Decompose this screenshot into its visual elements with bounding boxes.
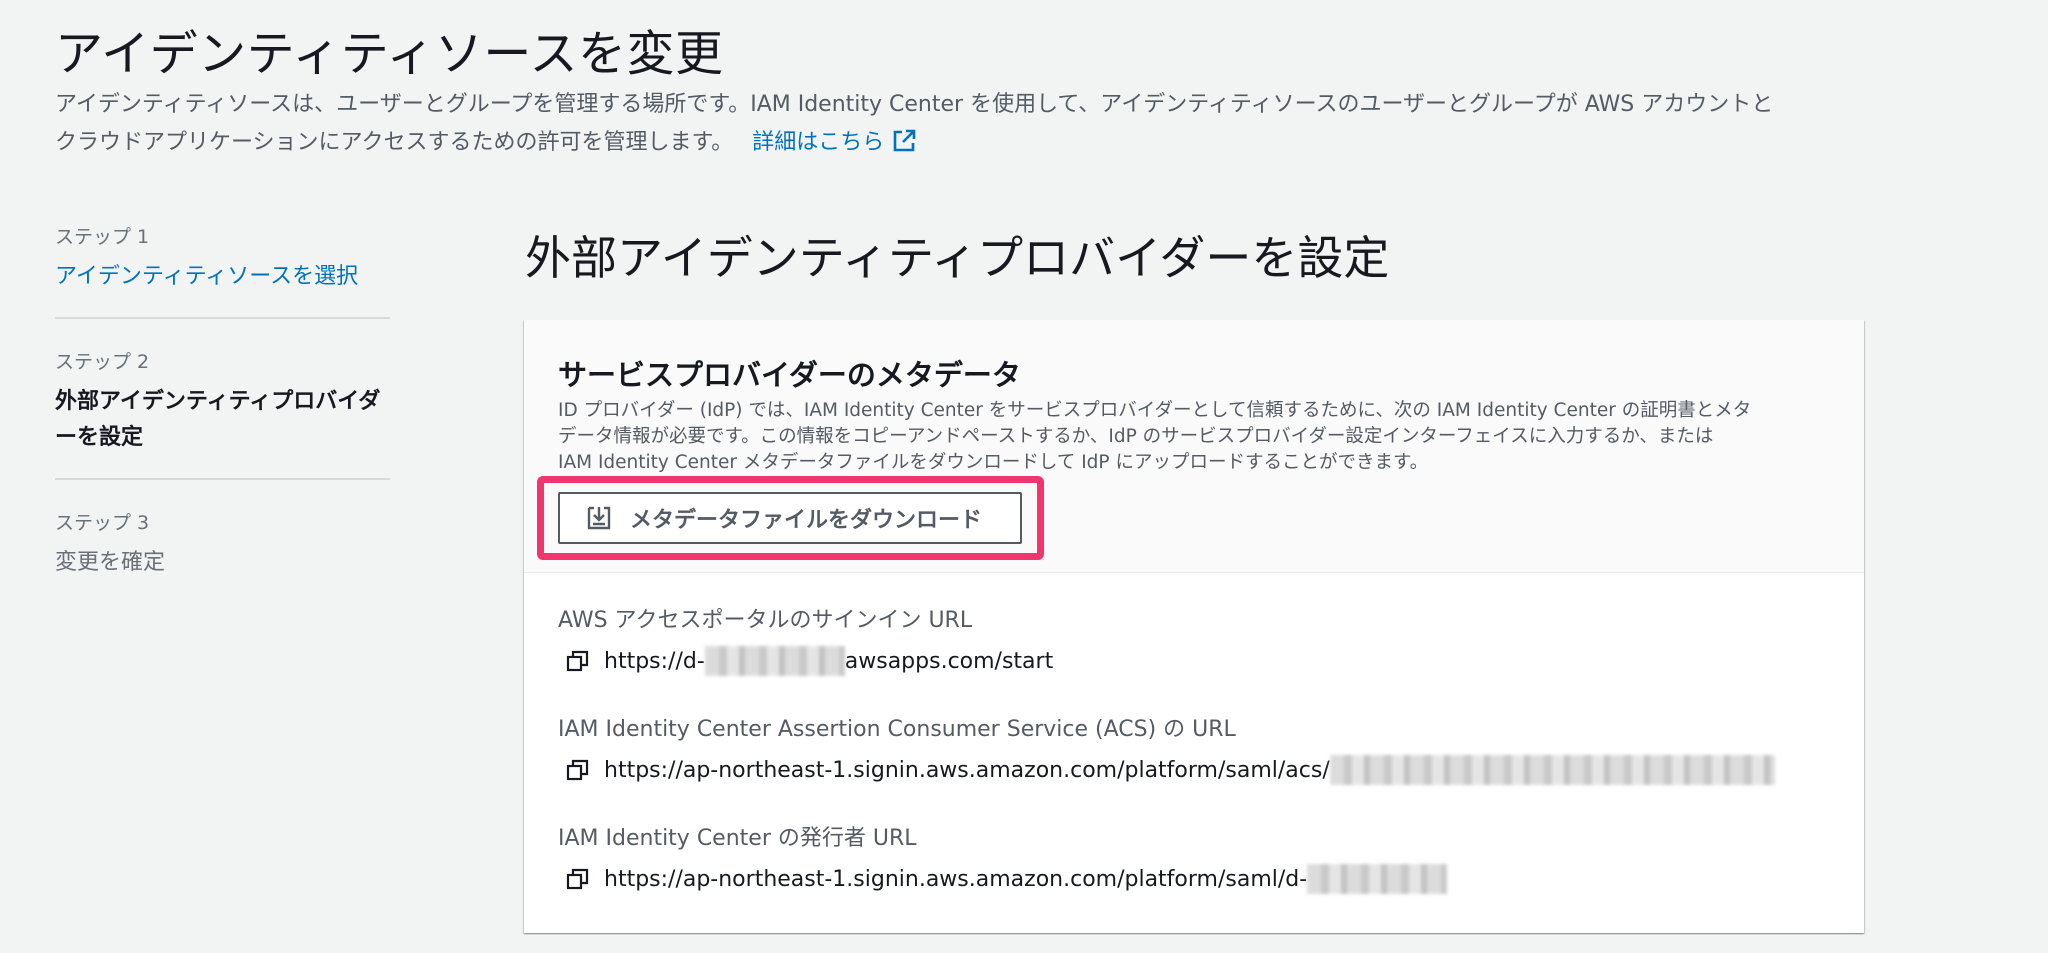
step-3: ステップ 3 変更を確定 [55, 508, 390, 603]
step-1-number: ステップ 1 [55, 226, 150, 248]
url-value-issuer: https://ap-northeast-1.signin.aws.amazon… [604, 864, 1448, 894]
wizard-steps: ステップ 1 アイデンティティソースを選択 ステップ 2 外部アイデンティティプ… [55, 222, 390, 631]
download-icon [586, 505, 612, 531]
card-description: ID プロバイダー (IdP) では、IAM Identity Center を… [558, 398, 1828, 476]
step-2-label: 外部アイデンティティプロバイダーを設定 [55, 389, 381, 450]
metadata-card: サービスプロバイダーのメタデータ ID プロバイダー (IdP) では、IAM … [524, 320, 1864, 933]
url-list: AWS アクセスポータルのサインイン URL https://d-awsapps… [558, 602, 1775, 929]
url-value-acs: https://ap-northeast-1.signin.aws.amazon… [604, 755, 1775, 785]
url-prefix: https://d- [604, 648, 705, 674]
redacted-text [704, 646, 845, 676]
page-title: アイデンティティソースを変更 [55, 26, 724, 82]
url-label-acs: IAM Identity Center Assertion Consumer S… [558, 717, 1236, 742]
external-link-icon [892, 128, 916, 166]
download-metadata-button[interactable]: メタデータファイルをダウンロード [558, 492, 1022, 544]
step-1-link[interactable]: アイデンティティソースを選択 [55, 259, 390, 295]
card-description-line1: ID プロバイダー (IdP) では、IAM Identity Center を… [558, 400, 1752, 421]
download-button-label: メタデータファイルをダウンロード [630, 508, 983, 533]
url-prefix: https://ap-northeast-1.signin.aws.amazon… [604, 866, 1308, 892]
page-description: アイデンティティソースは、ユーザーとグループを管理する場所です。IAM Iden… [55, 86, 1955, 166]
page-description-line2: クラウドアプリケーションにアクセスするための許可を管理します。 [55, 130, 734, 155]
card-description-line2: データ情報が必要です。この情報をコピーアンドペーストするか、IdP のサービスプ… [558, 426, 1714, 447]
url-item-acs: IAM Identity Center Assertion Consumer S… [558, 711, 1775, 785]
step-3-label: 変更を確定 [55, 550, 166, 575]
card-description-line3: IAM Identity Center メタデータファイルをダウンロードして I… [558, 452, 1429, 473]
url-label-portal: AWS アクセスポータルのサインイン URL [558, 608, 973, 633]
url-suffix: awsapps.com/start [844, 648, 1054, 674]
metadata-card-header: サービスプロバイダーのメタデータ ID プロバイダー (IdP) では、IAM … [524, 320, 1864, 573]
copy-icon[interactable] [566, 867, 590, 891]
page-description-line1: アイデンティティソースは、ユーザーとグループを管理する場所です。IAM Iden… [55, 92, 1774, 117]
url-label-issuer: IAM Identity Center の発行者 URL [558, 826, 917, 851]
card-title: サービスプロバイダーのメタデータ [558, 358, 1021, 392]
step-2-number: ステップ 2 [55, 351, 150, 373]
learn-more-label: 詳細はこちら [752, 130, 885, 155]
redacted-text [1307, 864, 1448, 894]
copy-icon[interactable] [566, 649, 590, 673]
url-item-issuer: IAM Identity Center の発行者 URL https://ap-… [558, 820, 1775, 894]
learn-more-link[interactable]: 詳細はこちら [752, 129, 916, 155]
main-title: 外部アイデンティティプロバイダーを設定 [525, 231, 1390, 285]
copy-icon[interactable] [566, 758, 590, 782]
redacted-text [1329, 755, 1775, 785]
url-value-portal: https://d-awsapps.com/start [604, 646, 1053, 676]
url-item-portal: AWS アクセスポータルのサインイン URL https://d-awsapps… [558, 602, 1775, 676]
step-1: ステップ 1 アイデンティティソースを選択 [55, 222, 390, 319]
step-3-number: ステップ 3 [55, 512, 150, 534]
step-2: ステップ 2 外部アイデンティティプロバイダーを設定 [55, 347, 390, 480]
url-prefix: https://ap-northeast-1.signin.aws.amazon… [604, 757, 1330, 783]
